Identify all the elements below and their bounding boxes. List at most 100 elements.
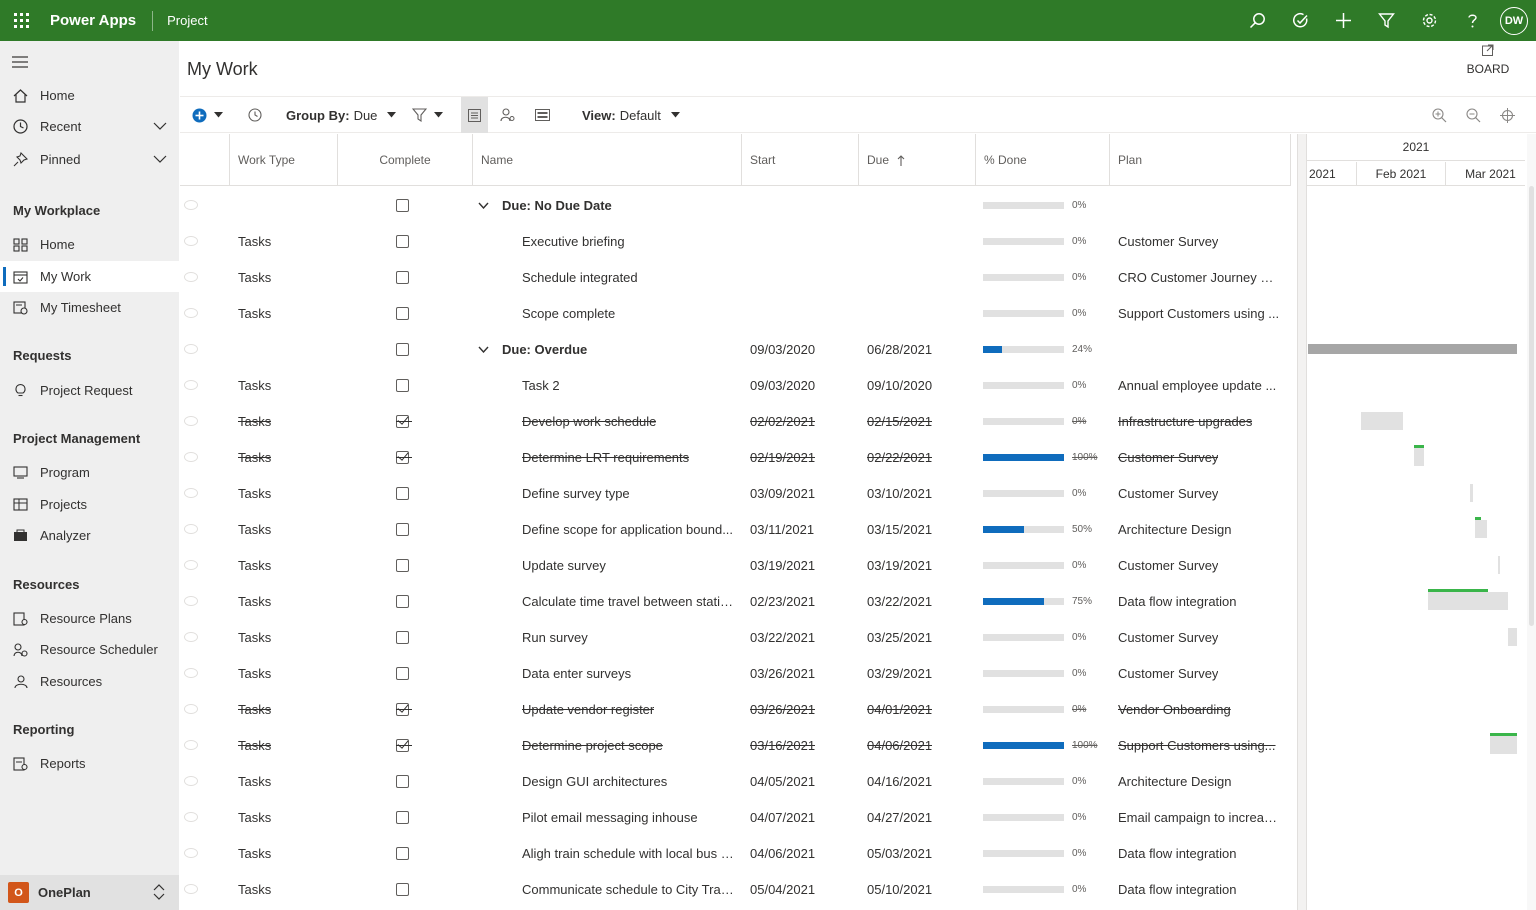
table-row[interactable]: Tasks Task 2 09/03/2020 09/10/2020 0% Annual … [180,367,1291,403]
group-row[interactable]: Due: Overdue 09/03/2020 06/28/2021 24% [180,331,1291,367]
complete-cell[interactable] [396,547,416,583]
complete-cell[interactable] [396,295,416,331]
pane-splitter[interactable] [1297,134,1307,910]
sidebar-item-resource-plans[interactable]: Resource Plans [0,603,179,634]
comment-cell[interactable] [184,619,214,655]
gantt-task-bar[interactable] [1414,448,1424,466]
complete-checkbox[interactable] [396,846,409,860]
hamburger-button[interactable] [12,55,28,73]
plan-cell[interactable]: Customer Survey [1118,439,1280,475]
name-cell[interactable]: Due: Overdue [502,331,735,367]
plan-cell[interactable] [1118,187,1280,223]
table-row[interactable]: Tasks Define survey type 03/09/2021 03/10/2… [180,475,1291,511]
plan-cell[interactable]: Support Customers using ... [1118,295,1280,331]
table-row[interactable]: Tasks Update vendor register 03/26/2021 04/… [180,691,1291,727]
complete-checkbox[interactable] [396,378,409,392]
column-header-percent-done[interactable]: % Done [976,134,1110,186]
sidebar-item-program[interactable]: Program [0,457,179,488]
complete-checkbox[interactable] [396,702,412,716]
gantt-task-bar[interactable] [1470,484,1473,502]
environment-switcher[interactable]: O OnePlan [0,875,179,910]
plan-cell[interactable]: Data flow integration [1118,871,1280,907]
comment-cell[interactable] [184,799,214,835]
app-name[interactable]: Power Apps [50,12,136,29]
name-cell[interactable]: Update survey [522,547,735,583]
avatar[interactable]: DW [1500,6,1528,35]
table-row[interactable]: Tasks Scope complete 0% Support Customers u… [180,295,1291,331]
sidebar-item-resource-scheduler[interactable]: Resource Scheduler [0,634,179,665]
comment-cell[interactable] [184,871,214,907]
sidebar-item-pinned[interactable]: Pinned [0,144,179,175]
plan-cell[interactable]: Customer Survey [1118,619,1280,655]
zoom-in-button[interactable] [1432,97,1447,133]
sidebar-item-project-request[interactable]: Project Request [0,375,179,406]
environment-name[interactable]: Project [167,13,207,28]
table-row[interactable]: Tasks Pilot email messaging inhouse 04/07/… [180,799,1291,835]
table-row[interactable]: Tasks Determine LRT requirements 02/19/202… [180,439,1291,475]
comment-cell[interactable] [184,763,214,799]
column-header-work-type[interactable]: Work Type [230,134,338,186]
complete-checkbox[interactable] [396,414,412,428]
table-row[interactable]: Tasks Schedule integrated 0% CRO Customer J… [180,259,1291,295]
comment-cell[interactable] [184,655,214,691]
plan-cell[interactable]: Customer Survey [1118,223,1280,259]
app-launcher-button[interactable] [0,0,42,41]
column-header-due[interactable]: Due [859,134,976,186]
plan-cell[interactable]: Architecture Design [1118,511,1280,547]
new-button[interactable] [1322,0,1365,41]
sidebar-item-home[interactable]: Home [0,80,179,111]
name-cell[interactable]: Design GUI architectures [522,763,735,799]
plan-cell[interactable]: Email campaign to increase... [1118,799,1280,835]
complete-cell[interactable] [396,331,416,367]
sidebar-item-workplace-home[interactable]: Home [0,229,179,260]
sidebar-item-my-timesheet[interactable]: My Timesheet [0,292,179,323]
complete-cell[interactable] [396,835,416,871]
comment-cell[interactable] [184,439,214,475]
table-row[interactable]: Tasks Define scope for application bound.… [180,511,1291,547]
name-cell[interactable]: Update vendor register [522,691,735,727]
complete-cell[interactable] [396,439,416,475]
complete-checkbox[interactable] [396,198,409,212]
name-cell[interactable]: Determine project scope [522,727,735,763]
comment-cell[interactable] [184,727,214,763]
complete-cell[interactable] [396,763,416,799]
name-cell[interactable]: Develop work schedule [522,403,735,439]
sidebar-item-reports[interactable]: Reports [0,748,179,779]
column-header-name[interactable]: Name [473,134,742,186]
complete-cell[interactable] [396,871,416,907]
view-dropdown[interactable]: View: Default [582,97,680,133]
gantt-task-bar[interactable] [1475,520,1487,538]
plan-cell[interactable] [1118,331,1280,367]
complete-checkbox[interactable] [396,450,412,464]
name-cell[interactable]: Communicate schedule to City Traffi... [522,871,735,907]
comment-cell[interactable] [184,259,214,295]
complete-checkbox[interactable] [396,882,409,896]
complete-cell[interactable] [396,799,416,835]
group-by-dropdown[interactable]: Group By: Due [286,97,397,133]
comment-cell[interactable] [184,295,214,331]
name-cell[interactable]: Pilot email messaging inhouse [522,799,735,835]
settings-button[interactable] [1408,0,1451,41]
complete-checkbox[interactable] [396,738,412,752]
filter-dropdown[interactable] [412,97,443,133]
table-row[interactable]: Tasks Executive briefing 0% Customer Survey [180,223,1291,259]
plan-cell[interactable]: Data flow integration [1118,583,1280,619]
complete-cell[interactable] [396,511,416,547]
name-cell[interactable]: Scope complete [522,295,735,331]
complete-checkbox[interactable] [396,774,409,788]
gantt-task-bar[interactable] [1428,592,1508,610]
group-toggle[interactable] [478,187,494,223]
tasks-button[interactable] [1279,0,1322,41]
complete-cell[interactable] [396,583,416,619]
column-header-plan[interactable]: Plan [1110,134,1291,186]
comment-cell[interactable] [184,475,214,511]
assign-button[interactable] [500,97,515,133]
name-cell[interactable]: Task 2 [522,367,735,403]
plan-cell[interactable]: Annual employee update ... [1118,367,1280,403]
table-row[interactable]: Tasks Calculate time travel between stati… [180,583,1291,619]
complete-checkbox[interactable] [396,486,409,500]
plan-cell[interactable]: Customer Survey [1118,475,1280,511]
comment-cell[interactable] [184,511,214,547]
complete-checkbox[interactable] [396,630,409,644]
gantt-task-bar[interactable] [1361,412,1403,430]
